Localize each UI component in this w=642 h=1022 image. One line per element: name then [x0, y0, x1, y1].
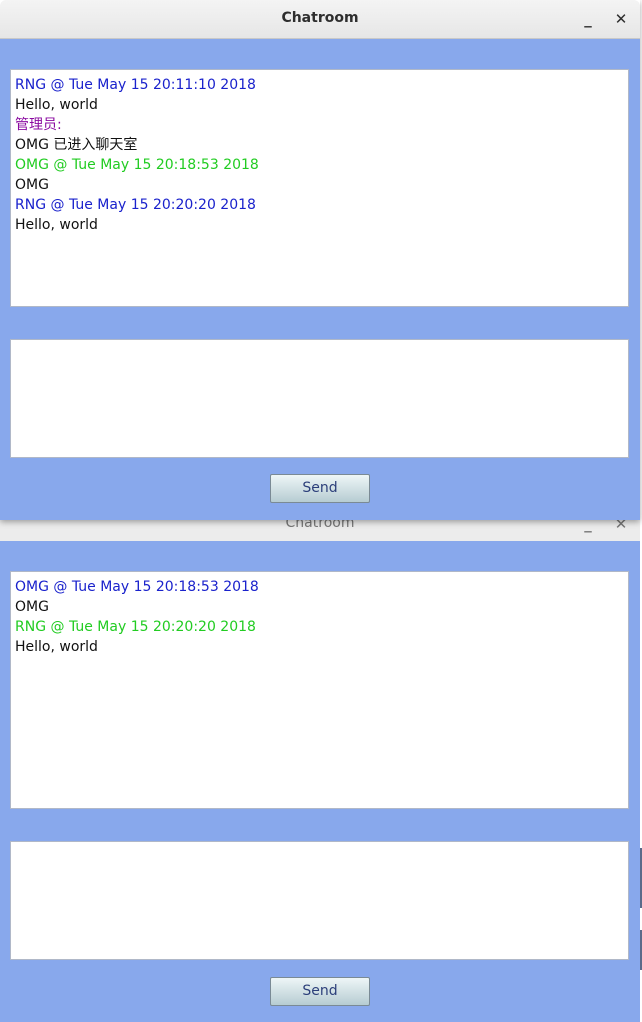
chatroom-window-2: Chatroom _ ✕ OMG @ Tue May 15 20:18:53 2… — [0, 503, 640, 1022]
close-icon[interactable]: ✕ — [609, 7, 633, 31]
window-content: OMG @ Tue May 15 20:18:53 2018 OMG RNG @… — [0, 541, 640, 1022]
message-body: Hello, world — [15, 217, 98, 233]
chat-history[interactable]: RNG @ Tue May 15 20:11:10 2018 Hello, wo… — [10, 69, 629, 307]
system-message: OMG 已进入聊天室 — [15, 137, 138, 153]
message-header: RNG @ Tue May 15 20:20:20 2018 — [15, 619, 256, 635]
message-body: Hello, world — [15, 97, 98, 113]
chat-history[interactable]: OMG @ Tue May 15 20:18:53 2018 OMG RNG @… — [10, 571, 629, 809]
message-header: RNG @ Tue May 15 20:20:20 2018 — [15, 197, 256, 213]
title-bar[interactable]: Chatroom _ ✕ — [0, 0, 640, 39]
message-input[interactable] — [10, 339, 629, 458]
message-body: OMG — [15, 599, 49, 615]
message-header: OMG @ Tue May 15 20:18:53 2018 — [15, 579, 259, 595]
minimize-icon[interactable]: _ — [576, 7, 600, 31]
message-header: RNG @ Tue May 15 20:11:10 2018 — [15, 77, 256, 93]
admin-header: 管理员: — [15, 117, 62, 133]
window-content: RNG @ Tue May 15 20:11:10 2018 Hello, wo… — [0, 39, 640, 520]
send-button[interactable]: Send — [270, 474, 370, 503]
message-input[interactable] — [10, 841, 629, 960]
message-body: OMG — [15, 177, 49, 193]
message-header: OMG @ Tue May 15 20:18:53 2018 — [15, 157, 259, 173]
send-button[interactable]: Send — [270, 977, 370, 1006]
chatroom-window-1: Chatroom _ ✕ RNG @ Tue May 15 20:11:10 2… — [0, 0, 640, 520]
message-body: Hello, world — [15, 639, 98, 655]
window-title: Chatroom — [281, 10, 359, 26]
